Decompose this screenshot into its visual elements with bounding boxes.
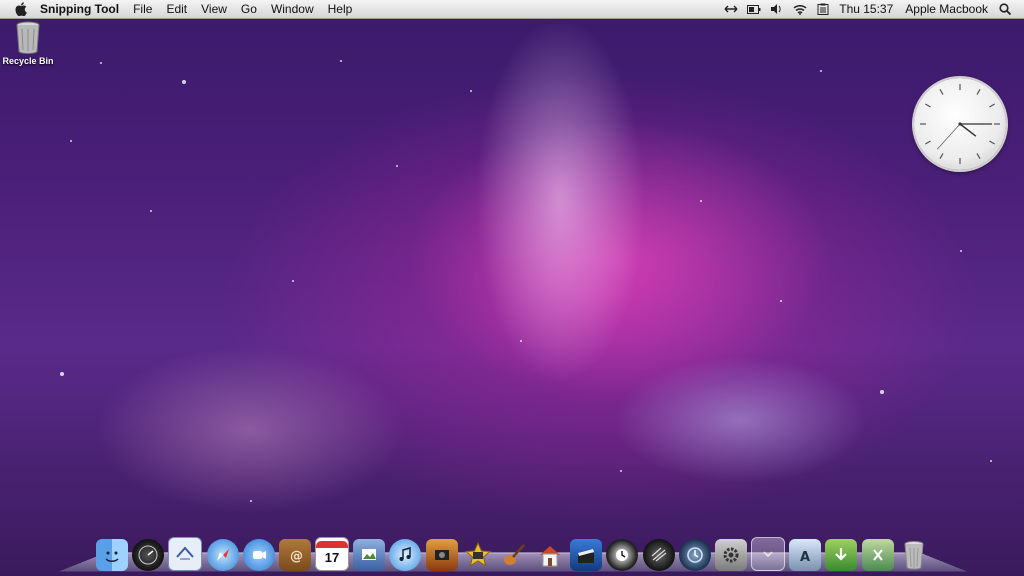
search-icon[interactable]	[998, 3, 1012, 15]
app-menu[interactable]: Snipping Tool	[40, 2, 119, 16]
clock-tick	[925, 140, 931, 145]
dashboard-icon[interactable]	[132, 539, 165, 571]
svg-text:@: @	[290, 549, 303, 564]
menu-help[interactable]: Help	[328, 2, 353, 16]
clock-tick	[939, 89, 944, 95]
mail-icon[interactable]	[168, 537, 203, 571]
menu-file[interactable]: File	[133, 2, 152, 16]
clock-tick	[989, 140, 995, 145]
system-preferences-icon[interactable]	[714, 539, 747, 571]
ichat-icon[interactable]	[242, 539, 275, 571]
arrows-icon[interactable]	[724, 3, 738, 15]
time-machine-icon[interactable]	[606, 539, 639, 571]
second-hand	[936, 123, 961, 150]
menu-extras: Thu 15:37 Apple Macbook	[724, 0, 1024, 18]
volume-icon[interactable]	[770, 3, 784, 15]
menu-view[interactable]: View	[201, 2, 227, 16]
downloads-stack-icon[interactable]	[825, 539, 858, 571]
clock-tick	[925, 103, 931, 108]
trash-icon	[16, 21, 40, 54]
imovie-icon[interactable]	[462, 539, 494, 571]
svg-text:A: A	[800, 550, 810, 565]
time-machine-clock-icon[interactable]	[678, 539, 711, 571]
menu-window[interactable]: Window	[271, 2, 314, 16]
iphoto-icon[interactable]	[353, 539, 386, 571]
user-menu[interactable]: Apple Macbook	[905, 2, 988, 16]
blank-stack-icon[interactable]	[751, 537, 786, 571]
desktop-wallpaper	[0, 0, 1024, 576]
desktop-icon-recycle-bin[interactable]: Recycle Bin	[2, 20, 54, 66]
documents-stack-icon[interactable]	[861, 539, 894, 571]
clock-face	[920, 84, 1000, 164]
home-icon[interactable]	[534, 539, 566, 571]
battery-icon[interactable]	[747, 3, 761, 15]
itunes-icon[interactable]	[389, 539, 422, 571]
front-row-icon[interactable]	[642, 539, 675, 571]
clock-tick	[976, 153, 981, 159]
menu-edit[interactable]: Edit	[166, 2, 187, 16]
clock-tick	[989, 103, 995, 108]
address-book-icon[interactable]: @	[278, 539, 311, 571]
clock-widget[interactable]	[914, 78, 1006, 170]
menu-go[interactable]: Go	[241, 2, 257, 16]
calendar-header	[316, 540, 349, 548]
clock-tick	[976, 89, 981, 95]
photo-booth-icon[interactable]	[425, 539, 458, 571]
wifi-icon[interactable]	[793, 3, 807, 15]
calendar-day: 17	[324, 549, 340, 565]
menu-bar: Snipping Tool File Edit View Go Window H…	[0, 0, 1024, 19]
trash-icon[interactable]	[898, 539, 930, 571]
safari-icon[interactable]	[206, 539, 239, 571]
apple-icon[interactable]	[14, 2, 28, 16]
menubar-clock[interactable]: Thu 15:37	[839, 2, 893, 16]
desktop-icon-label: Recycle Bin	[2, 56, 54, 66]
garageband-icon[interactable]	[498, 539, 530, 571]
dock: @ 17 A	[96, 535, 930, 571]
clock-tick	[939, 153, 944, 159]
clipboard-icon[interactable]	[816, 3, 830, 15]
applications-stack-icon[interactable]: A	[789, 539, 822, 571]
clapper-icon[interactable]	[570, 539, 603, 571]
hour-hand	[959, 123, 977, 137]
finder-icon[interactable]	[96, 539, 128, 571]
calendar-icon[interactable]: 17	[315, 537, 350, 571]
